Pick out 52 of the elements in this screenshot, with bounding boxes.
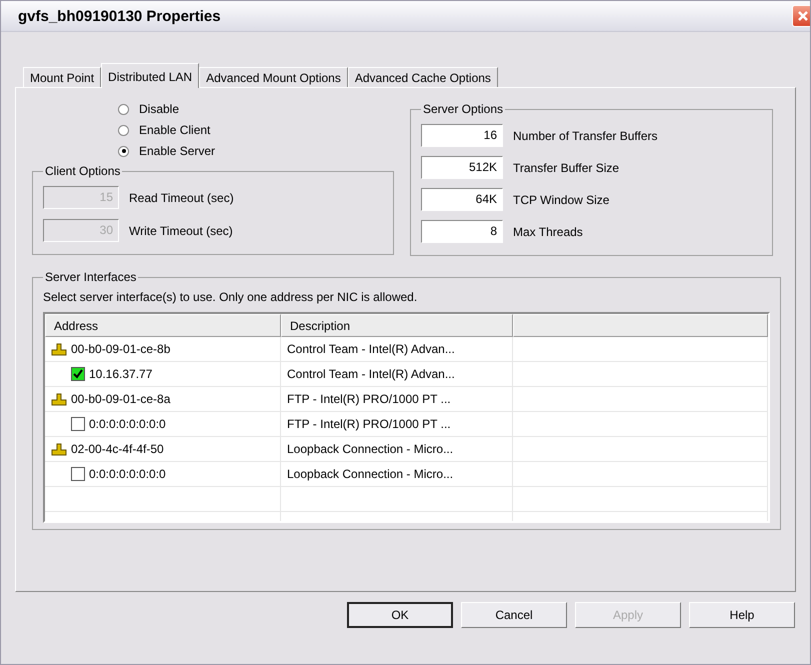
tab[interactable]: Mount Point [23, 67, 102, 87]
column-header[interactable]: Address [45, 314, 281, 337]
tab[interactable]: Advanced Cache Options [348, 67, 498, 87]
dialog-button[interactable]: Cancel [461, 602, 567, 628]
table-cell: Control Team - Intel(R) Advan... [281, 337, 513, 361]
dialog-button[interactable]: Help [689, 602, 795, 628]
field-label: Max Threads [513, 224, 583, 238]
close-icon [797, 10, 809, 22]
table-cell: Loopback Connection - Micro... [281, 462, 513, 486]
field-label: Write Timeout (sec) [129, 224, 233, 238]
radio-label: Disable [139, 102, 180, 116]
close-button[interactable] [792, 5, 810, 27]
dialog-button[interactable]: OK [347, 602, 453, 628]
radio-label: Enable Server [139, 144, 216, 158]
radio-label: Enable Client [139, 123, 210, 137]
radio-option[interactable]: Enable Client [118, 123, 394, 137]
field-label: Read Timeout (sec) [129, 190, 234, 204]
address-cell[interactable]: 10.16.37.77 [45, 362, 281, 386]
table-cell: FTP - Intel(R) PRO/1000 PT ... [281, 387, 513, 411]
field-label: Transfer Buffer Size [513, 160, 620, 174]
hint-text: Select server interface(s) to use. Only one address per NIC is allowed. [43, 290, 418, 304]
number-field[interactable]: 16 [421, 124, 503, 147]
field-label: TCP Window Size [513, 192, 610, 206]
window-title: gvfs_bh09190130 Properties [18, 8, 221, 24]
tab[interactable]: Distributed LAN [101, 63, 200, 88]
nic-cell[interactable]: 00-b0-09-01-ce-8b [45, 337, 281, 361]
group-title: Client Options [44, 164, 122, 178]
address-cell[interactable]: 0:0:0:0:0:0:0:0 [45, 412, 281, 436]
group-title: Server Options [422, 102, 504, 116]
tab[interactable]: Advanced Mount Options [199, 67, 348, 87]
network-icon [51, 342, 67, 356]
checkbox[interactable] [71, 417, 85, 431]
group-title: Server Interfaces [44, 270, 138, 284]
nic-cell[interactable]: 02-00-4c-4f-4f-50 [45, 437, 281, 461]
number-field[interactable]: 512K [421, 156, 503, 179]
address-cell[interactable]: 0:0:0:0:0:0:0:0 [45, 462, 281, 486]
number-field[interactable]: 8 [421, 220, 503, 243]
checkbox[interactable] [71, 467, 85, 481]
table-cell: Loopback Connection - Micro... [281, 437, 513, 461]
radio-option[interactable]: Enable Server [118, 144, 394, 158]
checkbox[interactable] [71, 367, 85, 381]
check-icon [73, 369, 83, 379]
nic-cell[interactable]: 00-b0-09-01-ce-8a [45, 387, 281, 411]
network-icon [51, 392, 67, 406]
number-field[interactable]: 64K [421, 188, 503, 211]
table-cell: Control Team - Intel(R) Advan... [281, 362, 513, 386]
network-icon [51, 442, 67, 456]
column-header[interactable]: Description [281, 314, 513, 337]
column-header[interactable] [513, 314, 768, 337]
table-cell: FTP - Intel(R) PRO/1000 PT ... [281, 412, 513, 436]
radio-option[interactable]: Disable [118, 102, 394, 116]
field-label: Number of Transfer Buffers [513, 128, 658, 142]
